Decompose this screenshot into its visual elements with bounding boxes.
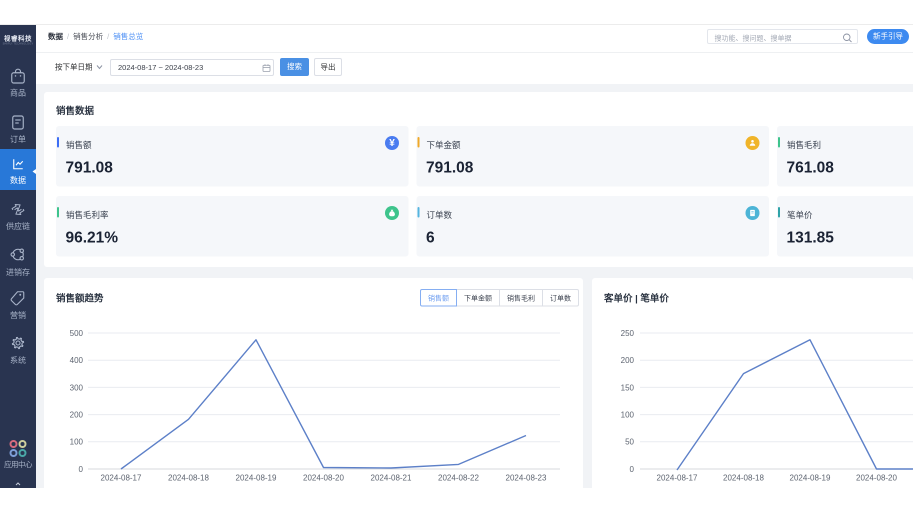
svg-text:200: 200 bbox=[621, 356, 635, 365]
svg-text:200: 200 bbox=[70, 411, 84, 420]
svg-text:300: 300 bbox=[70, 384, 84, 393]
svg-text:250: 250 bbox=[621, 329, 635, 338]
svg-text:2024-08-17: 2024-08-17 bbox=[101, 474, 142, 483]
svg-text:150: 150 bbox=[621, 384, 635, 393]
svg-text:0: 0 bbox=[79, 465, 84, 474]
svg-text:2024-08-22: 2024-08-22 bbox=[438, 474, 479, 483]
svg-text:2024-08-18: 2024-08-18 bbox=[723, 474, 764, 483]
svg-text:2024-08-18: 2024-08-18 bbox=[168, 474, 209, 483]
svg-text:0: 0 bbox=[630, 465, 635, 474]
svg-text:500: 500 bbox=[70, 329, 84, 338]
svg-text:100: 100 bbox=[621, 411, 635, 420]
svg-text:400: 400 bbox=[70, 356, 84, 365]
svg-text:2024-08-19: 2024-08-19 bbox=[236, 474, 277, 483]
svg-text:2024-08-21: 2024-08-21 bbox=[371, 474, 412, 483]
svg-text:50: 50 bbox=[625, 438, 634, 447]
svg-text:2024-08-19: 2024-08-19 bbox=[790, 474, 831, 483]
svg-text:2024-08-20: 2024-08-20 bbox=[856, 474, 897, 483]
svg-text:2024-08-20: 2024-08-20 bbox=[303, 474, 344, 483]
svg-text:2024-08-23: 2024-08-23 bbox=[506, 474, 547, 483]
svg-text:100: 100 bbox=[70, 438, 84, 447]
svg-text:2024-08-17: 2024-08-17 bbox=[657, 474, 698, 483]
